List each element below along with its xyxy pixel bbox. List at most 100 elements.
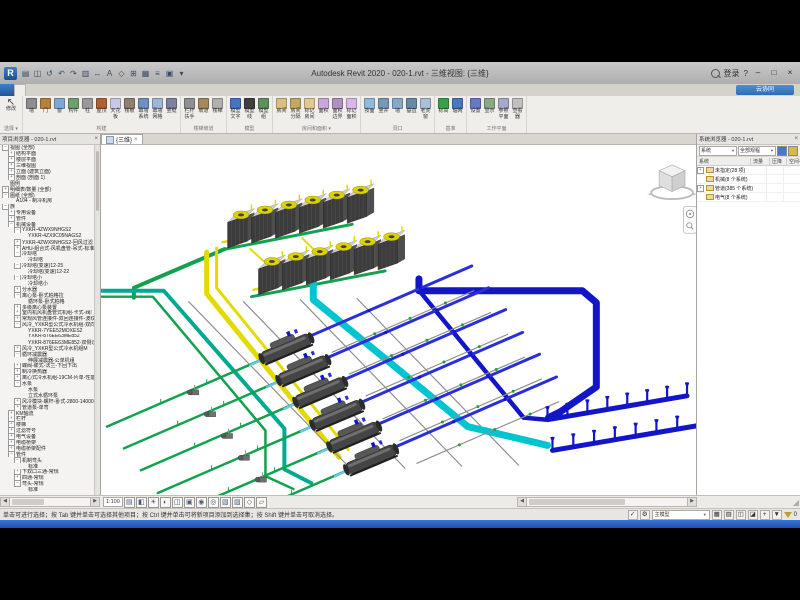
tab-steel[interactable] [36,84,46,96]
ribbon-button-roof[interactable]: 屋顶 [95,97,108,115]
search-icon[interactable] [711,69,720,78]
sun-path[interactable]: ☀ [148,497,159,508]
ribbon-button-area-boundary[interactable]: 面积边界 [331,97,344,120]
column-settings-icon[interactable] [788,146,798,156]
select-by-face[interactable]: ◪ [748,510,758,520]
ribbon-button-curtain-grid[interactable]: 幕墙网格 [151,97,164,120]
ribbon-button-viewer[interactable]: 查看器 [511,97,524,120]
qat-print[interactable]: ▥ [80,67,91,80]
tree-expander[interactable]: − [14,457,21,463]
tree-expander[interactable]: − [14,292,21,298]
system-browser-close-icon[interactable]: × [794,136,798,142]
visual-style[interactable]: ◧ [136,497,147,508]
column-header[interactable]: 空间名称 [787,158,800,165]
tree-expander[interactable]: − [14,275,21,281]
ribbon-button-model-group[interactable]: 模型组 [257,97,270,120]
ribbon-button-curtain-system[interactable]: 幕墙系统 [137,97,150,120]
tree-expander[interactable]: − [14,481,21,487]
resize-grip[interactable] [790,497,800,507]
ribbon-button-ceiling[interactable]: 天花板 [109,97,122,120]
minimize-button[interactable]: – [752,67,764,79]
ribbon-button-vertical-opening[interactable]: 垂直 [405,97,418,115]
tree-item[interactable]: 标准 [0,487,100,493]
column-header[interactable]: 压降 [770,158,787,165]
ribbon-button-room[interactable]: 房间 [275,97,288,115]
ribbon-button-tag-area[interactable]: 标记面积 [345,97,358,120]
tree-expander[interactable]: + [697,185,704,192]
viewcube[interactable] [647,165,696,199]
ribbon-button-modify[interactable]: ↖修改 [2,97,20,113]
select-links[interactable]: ▦ [712,510,722,520]
reveal-constraints[interactable]: ▱ [256,497,267,508]
ribbon-button-wall-opening[interactable]: 墙 [391,97,404,115]
qat-undo[interactable]: ↶ [56,67,67,80]
ribbon-button-ramp[interactable]: 坡道 [197,97,210,115]
tab-addins[interactable] [126,84,136,96]
drag-on-selection[interactable]: + [760,510,770,520]
ribbon-panel-label[interactable]: 模型 [229,124,270,133]
ribbon-button-model-text[interactable]: 模型文字 [229,97,242,120]
ribbon-button-component[interactable]: 构件 [67,97,80,115]
ribbon-button-railing[interactable]: 栏杆扶手 [183,97,196,120]
tab-lumion[interactable] [136,84,146,96]
ribbon-button-window[interactable]: 窗 [53,97,66,115]
qat-switch-windows[interactable]: ≡ [152,67,163,80]
plugin-button[interactable]: 云协同 [736,85,794,95]
tree-expander[interactable]: + [697,167,704,174]
system-type-dropdown[interactable]: 系统▼ [699,146,737,156]
ribbon-button-mullion[interactable]: 竖梃 [165,97,178,115]
view-tab-close-icon[interactable]: × [134,137,138,143]
system-row[interactable]: + 管道(385 个系统) [697,184,800,193]
system-row[interactable]: 电气(8 个系统) [697,193,800,202]
ribbon-panel-label[interactable]: 楼梯坡道 [183,124,224,133]
filter-icon[interactable] [784,512,792,518]
navigation-bar[interactable] [684,206,696,233]
qat-thin-lines[interactable]: ▦ [140,67,151,80]
scale-button[interactable]: 1:100 [103,497,123,507]
qat-open[interactable]: ▤ [20,67,31,80]
tree-expander[interactable]: − [14,351,21,357]
qat-measure[interactable]: ↔ [92,67,103,80]
qat-save[interactable]: ◫ [32,67,43,80]
design-option-dropdown[interactable]: 主模型▼ [652,510,710,520]
ribbon-button-room-separator[interactable]: 房间分隔 [289,97,302,120]
tree-expander[interactable]: − [14,227,21,233]
ribbon-button-tag-room[interactable]: 标记房间 [303,97,316,120]
project-browser-scrollbar[interactable] [94,145,100,495]
qat-3d-view[interactable]: ◇ [116,67,127,80]
ribbon-button-set-workplane[interactable]: 设置 [469,97,482,115]
ribbon-button-model-line[interactable]: 模型线 [243,97,256,120]
restore-button[interactable]: □ [768,67,780,79]
tab-modify[interactable] [146,84,156,96]
tab-collaborate[interactable] [96,84,106,96]
ribbon-button-grid[interactable]: 轴网 [451,97,464,115]
temporary-view-properties[interactable]: ▧ [220,497,231,508]
hide-analytical-model[interactable]: ▨ [232,497,243,508]
worksharing-display[interactable]: ⚙ [640,510,650,520]
system-row[interactable]: + 未指定(28 项) [697,166,800,175]
close-button[interactable]: × [784,67,796,79]
ribbon-button-stair[interactable]: 楼梯 [211,97,224,115]
tree-expander[interactable]: − [2,192,9,198]
tab-file[interactable] [0,84,14,96]
editing-requests[interactable]: ✓ [628,510,638,520]
crop-view[interactable]: ◫ [172,497,183,508]
ribbon-panel-label[interactable]: 房间和面积 ▾ [275,124,358,133]
qat-customize[interactable]: ▾ [176,67,187,80]
show-crop-region[interactable]: ▣ [184,497,195,508]
column-header[interactable]: 流量 [751,158,770,165]
select-pinned-elements[interactable]: ◫ [736,510,746,520]
tab-analyze[interactable] [76,84,86,96]
ribbon-panel-label[interactable]: 工作平面 [469,124,524,133]
ribbon-button-level[interactable]: 标高 [437,97,450,115]
displacement-sets[interactable]: ◇ [244,497,255,508]
tree-expander[interactable]: − [14,381,21,387]
system-row[interactable]: 机械(8 个系统) [697,175,800,184]
windows-taskbar[interactable] [0,520,800,528]
qat-sync[interactable]: ↺ [44,67,55,80]
revit-app-icon[interactable]: R [4,67,17,80]
qat-close-hidden[interactable]: ▣ [164,67,175,80]
ribbon-panel-label[interactable]: 基准 [437,124,464,133]
ribbon-button-door[interactable]: 门 [39,97,52,115]
tab-architecture[interactable] [14,84,26,96]
